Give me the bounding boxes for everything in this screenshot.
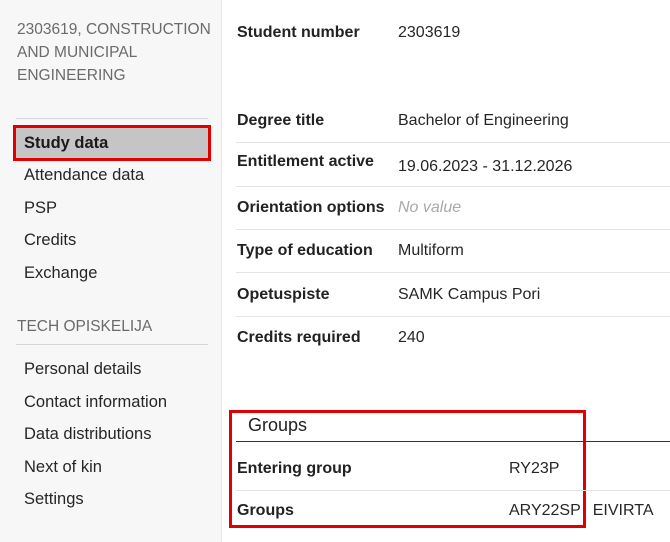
group-code: ARY22SP — [509, 502, 581, 519]
sidebar-divider — [16, 118, 208, 119]
detail-label: Opetuspiste — [237, 285, 330, 303]
groups-divider — [236, 441, 670, 442]
detail-label: Type of education — [237, 241, 373, 259]
sidebar-item-credits[interactable]: Credits — [16, 225, 208, 255]
sidebar-item-attendance-data[interactable]: Attendance data — [16, 160, 208, 190]
detail-value: Bachelor of Engineering — [398, 111, 569, 129]
detail-value: SAMK Campus Pori — [398, 285, 541, 303]
detail-row-student-number: Student number 2303619 — [236, 11, 670, 54]
groups-heading: Groups — [248, 415, 308, 435]
group-value: RY23P — [509, 460, 559, 478]
detail-label: Student number — [237, 23, 360, 41]
sidebar: 2303619, CONSTRUCTION AND MUNICIPAL ENGI… — [0, 0, 222, 542]
detail-value: 2303619 — [398, 23, 461, 41]
sidebar-divider — [16, 344, 208, 345]
group-value: ARY22SP EIVIRTA — [509, 502, 654, 520]
detail-row-opetuspiste: Opetuspiste SAMK Campus Pori — [236, 273, 670, 317]
detail-row-degree-title: Degree title Bachelor of Engineering — [236, 99, 670, 143]
group-row-groups: Groups ARY22SP EIVIRTA — [236, 490, 670, 532]
sidebar-item-psp[interactable]: PSP — [16, 193, 208, 223]
detail-value: 240 — [398, 328, 425, 346]
detail-label: Orientation options — [237, 198, 385, 216]
detail-value-empty: No value — [398, 198, 462, 216]
detail-row-orientation-options: Orientation options No value — [236, 186, 670, 230]
detail-row-type-of-education: Type of education Multiform — [236, 229, 670, 273]
detail-value: Multiform — [398, 241, 464, 259]
sidebar-item-exchange[interactable]: Exchange — [16, 258, 208, 288]
sidebar-item-data-distributions[interactable]: Data distributions — [16, 419, 208, 449]
group-code: EIVIRTA — [592, 502, 654, 519]
main-content: Student number 2303619 Degree title Bach… — [222, 0, 670, 542]
sidebar-item-settings[interactable]: Settings — [16, 484, 208, 514]
group-code: RY23P — [509, 460, 560, 477]
detail-label: Degree title — [237, 111, 325, 129]
detail-label: Entitlement active — [237, 152, 374, 170]
student-header: 2303619, CONSTRUCTION AND MUNICIPAL ENGI… — [17, 21, 211, 84]
detail-row-entitlement-active: Entitlement active 19.06.2023 - 31.12.20… — [236, 143, 670, 187]
detail-row-credits-required: Credits required 240 — [236, 316, 670, 359]
sidebar-item-study-data[interactable]: Study data — [13, 125, 211, 161]
group-row-entering-group: Entering group RY23P — [236, 448, 670, 491]
sidebar-item-personal-details[interactable]: Personal details — [16, 354, 208, 384]
group-label: Entering group — [237, 460, 352, 477]
section-label: TECH OPISKELIJA — [17, 318, 153, 335]
sidebar-item-next-of-kin[interactable]: Next of kin — [16, 452, 208, 482]
group-label: Groups — [237, 502, 294, 519]
detail-value: 19.06.2023 - 31.12.2026 — [398, 157, 573, 175]
detail-label: Credits required — [237, 328, 361, 346]
sidebar-item-contact-information[interactable]: Contact information — [16, 387, 208, 417]
